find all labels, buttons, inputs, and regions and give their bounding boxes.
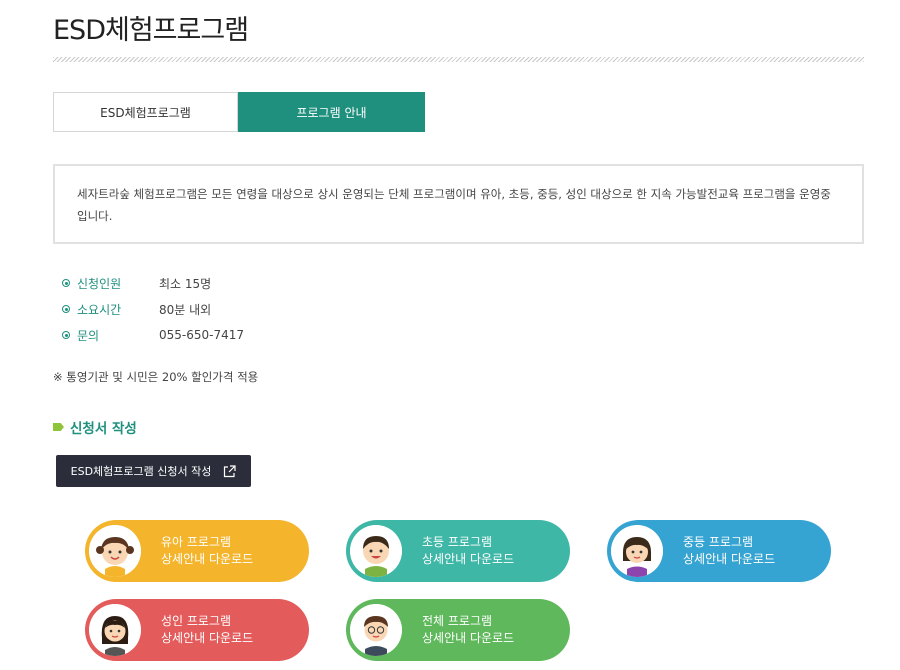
- info-list: 신청인원 최소 15명 소요시간 80분 내외 문의 055-650-7417: [62, 270, 244, 348]
- title-divider: [53, 57, 864, 62]
- section-title-text: 신청서 작성: [70, 421, 137, 437]
- info-label: 신청인원: [77, 276, 122, 291]
- download-subtitle: 상세안내 다운로드: [683, 552, 776, 566]
- download-subtitle: 상세안내 다운로드: [161, 552, 254, 566]
- tab-esd-program[interactable]: ESD체험프로그램: [53, 92, 238, 132]
- student-avatar-icon: [611, 525, 663, 577]
- info-value: 최소 15명: [159, 276, 212, 291]
- download-label: 중등 프로그램 상세안내 다운로드: [683, 534, 775, 568]
- download-kindergarten-program[interactable]: 유아 프로그램 상세안내 다운로드: [85, 520, 309, 582]
- man-avatar-icon: [350, 604, 402, 656]
- bullet-icon: [62, 279, 70, 287]
- external-link-icon: [223, 464, 236, 478]
- download-elementary-program[interactable]: 초등 프로그램 상세안내 다운로드: [346, 520, 570, 582]
- section-title: 신청서 작성: [53, 417, 137, 437]
- description-box: 세자트라숲 체험프로그램은 모든 연령을 대상으로 상시 운영되는 단체 프로그…: [53, 164, 864, 244]
- download-subtitle: 상세안내 다운로드: [161, 631, 254, 645]
- download-adult-program[interactable]: 성인 프로그램 상세안내 다운로드: [85, 599, 309, 661]
- tag-icon: [53, 423, 64, 431]
- download-all-program[interactable]: 전체 프로그램 상세안내 다운로드: [346, 599, 570, 661]
- woman-avatar-icon: [89, 604, 141, 656]
- info-label: 문의: [77, 328, 100, 343]
- description-text: 세자트라숲 체험프로그램은 모든 연령을 대상으로 상시 운영되는 단체 프로그…: [77, 187, 831, 223]
- download-title: 성인 프로그램: [161, 614, 232, 628]
- download-label: 유아 프로그램 상세안내 다운로드: [161, 534, 253, 568]
- download-subtitle: 상세안내 다운로드: [422, 552, 515, 566]
- tab-program-guide[interactable]: 프로그램 안내: [238, 92, 425, 132]
- boy-avatar-icon: [350, 525, 402, 577]
- info-value: 80분 내외: [159, 302, 212, 317]
- discount-note: ※ 통영기관 및 시민은 20% 할인가격 적용: [53, 370, 259, 384]
- child-avatar-icon: [89, 525, 141, 577]
- info-item-contact: 문의 055-650-7417: [62, 322, 244, 348]
- download-title: 유아 프로그램: [161, 535, 232, 549]
- page-title: ESD체험프로그램: [53, 15, 249, 46]
- download-label: 초등 프로그램 상세안내 다운로드: [422, 534, 514, 568]
- info-label: 소요시간: [77, 302, 122, 317]
- apply-form-label: ESD체험프로그램 신청서 작성: [70, 465, 212, 478]
- info-item-duration: 소요시간 80분 내외: [62, 296, 244, 322]
- download-title: 초등 프로그램: [422, 535, 493, 549]
- download-label: 성인 프로그램 상세안내 다운로드: [161, 613, 253, 647]
- download-label: 전체 프로그램 상세안내 다운로드: [422, 613, 514, 647]
- apply-form-button[interactable]: ESD체험프로그램 신청서 작성: [56, 455, 251, 487]
- info-item-applicants: 신청인원 최소 15명: [62, 270, 244, 296]
- download-subtitle: 상세안내 다운로드: [422, 631, 515, 645]
- download-title: 전체 프로그램: [422, 614, 493, 628]
- tab-bar: ESD체험프로그램 프로그램 안내: [53, 92, 425, 132]
- bullet-icon: [62, 305, 70, 313]
- bullet-icon: [62, 331, 70, 339]
- info-value: 055-650-7417: [159, 328, 245, 342]
- download-middle-school-program[interactable]: 중등 프로그램 상세안내 다운로드: [607, 520, 831, 582]
- download-title: 중등 프로그램: [683, 535, 754, 549]
